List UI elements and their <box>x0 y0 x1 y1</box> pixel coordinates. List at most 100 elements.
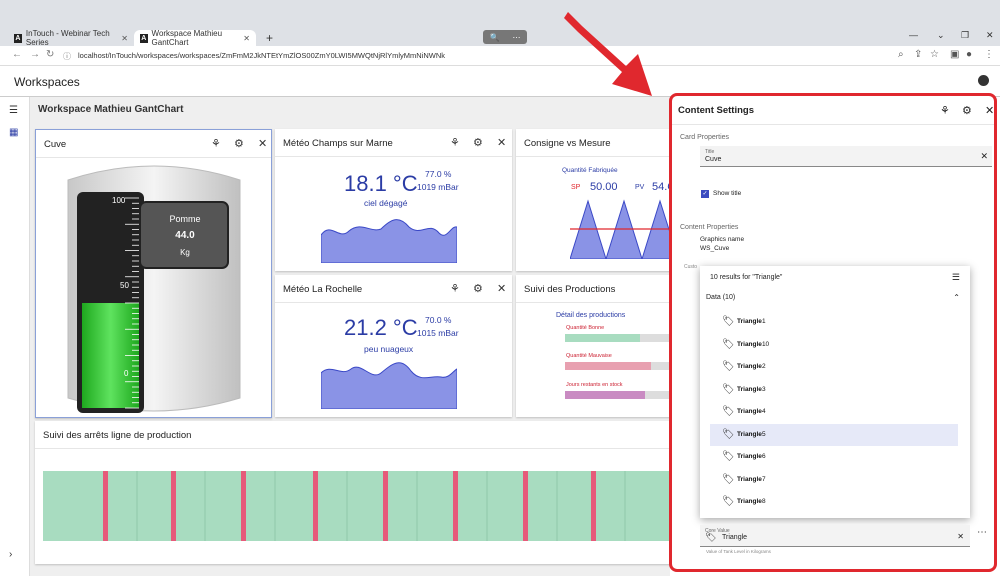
custom-properties-label: Custo <box>684 264 698 270</box>
card-meteo-rochelle[interactable]: Météo La Rochelle ⚘ ⚙ ✕ 21.2 °C 70.0 % 1… <box>275 275 512 417</box>
close-tab-icon[interactable]: ✕ <box>243 34 250 43</box>
core-value-input[interactable]: Triangle <box>722 534 747 541</box>
filter-icon[interactable]: ☰ <box>952 272 960 283</box>
clear-icon[interactable]: ✕ <box>980 151 988 162</box>
card-consigne[interactable]: Consigne vs Mesure Quantité Fabriquée SP… <box>516 129 675 271</box>
weather-description: ciel dégagé <box>364 198 408 208</box>
more-icon[interactable]: ⋯ <box>512 33 520 42</box>
forward-icon[interactable]: → <box>30 49 40 60</box>
panel-title: Content Settings <box>678 105 754 116</box>
bar-label: Quantité Bonne <box>566 325 605 331</box>
gear-icon[interactable]: ⚙ <box>473 136 483 149</box>
card-cuve[interactable]: Cuve ⚘ ⚙ ✕ 100 50 0 Pomme 44.0 Kg <box>35 129 272 418</box>
tag-icon: 🏷 <box>722 338 735 350</box>
dashboard-icon[interactable]: ▦ <box>9 127 18 138</box>
field-hint: Value of Tank Level in Kilograms <box>706 549 771 554</box>
info-icon[interactable]: ⓘ <box>63 51 71 62</box>
gantt-stop-marker <box>453 471 458 541</box>
show-title-checkbox[interactable]: ✓ <box>701 190 709 198</box>
close-icon[interactable]: ✕ <box>258 137 267 150</box>
show-title-label: Show title <box>713 190 742 197</box>
account-icon[interactable] <box>978 75 989 86</box>
gantt-timeline <box>43 471 672 541</box>
card-title: Météo Champs sur Marne <box>283 138 393 149</box>
hierarchy-icon[interactable]: ⚘ <box>940 104 950 117</box>
close-window-button[interactable]: ✕ <box>986 30 994 41</box>
bar-fill <box>565 334 640 342</box>
tab-label: Workspace Mathieu GantChart <box>151 29 223 47</box>
product-unit: Kg <box>180 248 190 257</box>
workspace-title: Workspace Mathieu GantChart <box>38 104 184 115</box>
tank-graphic <box>67 165 241 413</box>
gantt-stop-marker <box>591 471 596 541</box>
gantt-stop-marker <box>313 471 318 541</box>
sp-value: 50.00 <box>590 181 618 193</box>
new-tab-button[interactable]: + <box>260 30 276 46</box>
result-item[interactable]: 🏷 Triangle3 <box>710 379 958 401</box>
chart-subtitle: Détail des productions <box>556 312 626 319</box>
section-card-properties: Card Properties <box>680 134 730 141</box>
close-icon[interactable]: ✕ <box>497 136 506 149</box>
gear-icon[interactable]: ⚙ <box>234 137 244 150</box>
expand-sidebar-icon[interactable]: › <box>9 549 12 560</box>
weather-area-chart <box>321 219 457 263</box>
gear-icon[interactable]: ⚙ <box>473 282 483 295</box>
result-item[interactable]: 🏷 Triangle7 <box>710 469 958 491</box>
reload-icon[interactable]: ↻ <box>46 49 54 60</box>
result-item-label: Triangle5 <box>737 430 766 438</box>
chevron-up-icon[interactable]: ⌃ <box>953 293 960 302</box>
chevron-down-icon[interactable]: ⌄ <box>937 30 945 41</box>
production-bar <box>565 334 672 342</box>
core-value-field[interactable]: Core Value 🏷 Triangle ✕ <box>700 525 970 547</box>
url-field[interactable]: localhost/InTouch/workspaces/workspaces/… <box>78 51 445 60</box>
star-icon[interactable]: ☆ <box>930 49 939 60</box>
gantt-stop-marker <box>103 471 108 541</box>
back-icon[interactable]: ← <box>12 49 22 60</box>
result-item[interactable]: 🏷 Triangle8 <box>710 491 958 513</box>
browser-tab-intouch[interactable]: A InTouch - Webinar Tech Series ✕ <box>8 29 134 47</box>
minimize-button[interactable]: — <box>909 30 918 40</box>
temperature: 21.2 °C <box>344 315 418 340</box>
close-icon[interactable]: ✕ <box>497 282 506 295</box>
search-icon[interactable]: ⌕ <box>898 49 904 60</box>
gantt-stop-marker <box>241 471 246 541</box>
result-item[interactable]: 🏷 Triangle5 <box>710 423 958 446</box>
humidity: 70.0 % <box>425 315 452 325</box>
tag-icon: 🏷 <box>705 532 717 542</box>
clear-icon[interactable]: ✕ <box>957 532 964 541</box>
result-item[interactable]: 🏷 Triangle4 <box>710 401 958 423</box>
hierarchy-icon[interactable]: ⚘ <box>450 136 460 149</box>
close-tab-icon[interactable]: ✕ <box>121 34 128 43</box>
browser-extensions[interactable]: 🔍 ⋯ <box>483 30 527 44</box>
card-meteo-marne[interactable]: Météo Champs sur Marne ⚘ ⚙ ✕ 18.1 °C 77.… <box>275 129 512 271</box>
result-item[interactable]: 🏷 Triangle2 <box>710 356 958 378</box>
close-panel-icon[interactable]: ✕ <box>985 104 994 117</box>
result-item[interactable]: 🏷 Triangle10 <box>710 334 958 356</box>
tag-icon: 🏷 <box>722 383 735 395</box>
more-options-icon[interactable]: ⋯ <box>977 527 987 538</box>
restore-button[interactable]: ❐ <box>961 30 969 41</box>
profile-icon[interactable]: ● <box>966 49 972 60</box>
sidepanel-icon[interactable]: ▣ <box>950 49 959 60</box>
section-content-properties: Content Properties <box>680 224 739 231</box>
gear-icon[interactable]: ⚙ <box>962 104 972 117</box>
menu-icon[interactable]: ⋮ <box>984 49 994 60</box>
browser-tab-workspace[interactable]: A Workspace Mathieu GantChart ✕ <box>134 29 256 47</box>
sidebar: ☰ ▦ › <box>0 97 30 576</box>
share-icon[interactable]: ⇪ <box>914 49 922 60</box>
card-productions[interactable]: Suivi des Productions Détail des product… <box>516 275 672 417</box>
tag-icon: 🏷 <box>722 361 735 372</box>
hierarchy-icon[interactable]: ⚘ <box>211 137 221 150</box>
triangle-chart <box>570 199 672 259</box>
list-icon[interactable]: ☰ <box>9 105 18 116</box>
gantt-stop-marker <box>523 471 528 541</box>
bar-label: Jours restants en stock <box>566 382 623 388</box>
result-item[interactable]: 🏷 Triangle1 <box>710 311 958 333</box>
title-field[interactable]: Title Cuve ✕ <box>700 146 992 167</box>
zoom-icon[interactable]: 🔍 <box>490 33 500 42</box>
hierarchy-icon[interactable]: ⚘ <box>450 282 460 295</box>
production-bar <box>565 391 672 399</box>
card-arrets[interactable]: Suivi des arrêts ligne de production <box>35 421 672 564</box>
result-item[interactable]: 🏷 Triangle6 <box>710 446 958 468</box>
divider <box>672 124 994 125</box>
